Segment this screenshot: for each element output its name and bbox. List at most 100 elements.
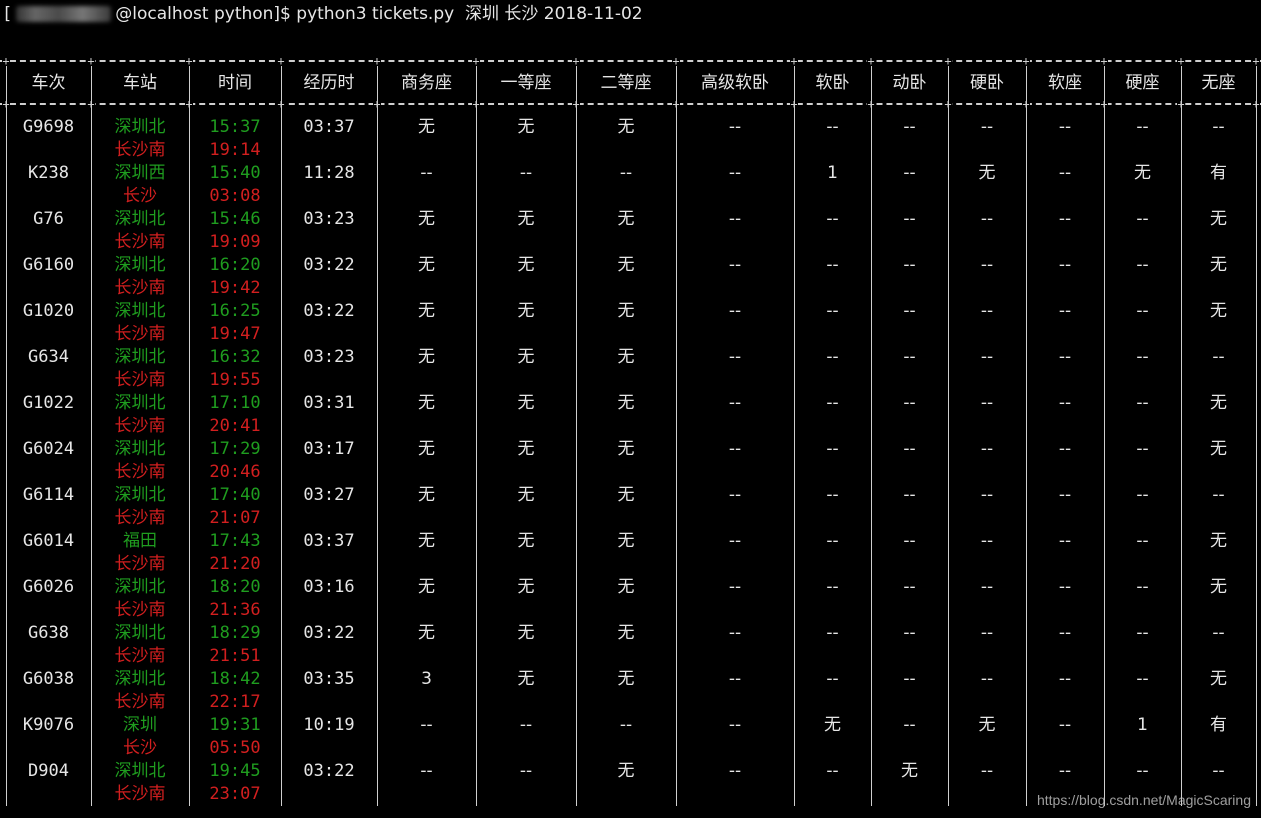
seat-availability: 无 (1210, 577, 1227, 597)
seat-availability: -- (1212, 623, 1225, 643)
seat-availability: -- (728, 117, 742, 137)
seat-availability: 无 (418, 577, 435, 597)
column-header: 软座 (1048, 73, 1082, 93)
seat-availability: 无 (617, 439, 635, 459)
train-number: G76 (33, 209, 64, 229)
seat-availability: -- (728, 577, 742, 597)
seat-availability: -- (826, 393, 839, 413)
arrival-time: 19:55 (209, 370, 261, 390)
seat-availability: -- (519, 163, 533, 183)
seat-availability: -- (1136, 439, 1149, 459)
seat-availability: -- (728, 623, 742, 643)
seat-availability: -- (826, 485, 839, 505)
seat-availability: 无 (517, 439, 535, 459)
seat-availability: -- (728, 761, 742, 781)
seat-availability: 无 (418, 485, 435, 505)
seat-availability: -- (980, 117, 994, 137)
seat-availability: -- (1212, 117, 1225, 137)
seat-availability: -- (1058, 347, 1072, 367)
train-number: K238 (28, 163, 69, 183)
seat-availability: -- (1058, 393, 1072, 413)
seat-availability: 无 (1134, 163, 1151, 183)
column-header: 车站 (123, 73, 157, 93)
seat-availability: 无 (617, 623, 635, 643)
seat-availability: -- (980, 393, 994, 413)
seat-availability: -- (1136, 669, 1149, 689)
seat-availability: -- (903, 255, 916, 275)
arrival-station: 长沙南 (114, 554, 166, 574)
terminal-window[interactable]: [@localhost python]$ python3 tickets.py … (0, 0, 1261, 818)
duration: 03:35 (303, 669, 355, 689)
departure-station: 深圳北 (114, 255, 166, 275)
duration: 03:22 (303, 761, 355, 781)
seat-availability: 1 (1137, 715, 1148, 735)
arrival-time: 21:07 (209, 508, 261, 528)
seat-availability: 无 (517, 485, 535, 505)
train-number: G634 (28, 347, 69, 367)
seat-availability: -- (903, 669, 916, 689)
arrival-station: 长沙南 (114, 462, 166, 482)
seat-availability: 无 (978, 715, 996, 735)
column-header: 无座 (1201, 73, 1236, 93)
seat-availability: -- (980, 577, 994, 597)
border-plus: + (672, 54, 680, 68)
departure-time: 19:45 (209, 761, 261, 781)
train-number: G638 (28, 623, 69, 643)
seat-availability: -- (1058, 761, 1072, 781)
seat-availability: 无 (418, 301, 435, 321)
departure-station: 深圳北 (114, 761, 166, 781)
departure-station: 深圳西 (114, 163, 166, 183)
seat-availability: 无 (517, 301, 535, 321)
arrival-time: 19:42 (209, 278, 261, 298)
seat-availability: -- (826, 301, 839, 321)
departure-station: 深圳北 (114, 347, 166, 367)
seat-availability: -- (980, 255, 994, 275)
seat-availability: 无 (617, 209, 635, 229)
seat-availability: 无 (824, 715, 841, 735)
seat-availability: -- (1212, 485, 1225, 505)
seat-availability: -- (519, 761, 533, 781)
arrival-station: 长沙南 (114, 784, 166, 804)
seat-availability: -- (980, 761, 994, 781)
seat-availability: -- (980, 531, 994, 551)
border-plus: + (185, 54, 193, 68)
seat-availability: -- (1136, 347, 1149, 367)
duration: 03:23 (303, 209, 355, 229)
seat-availability: 无 (617, 393, 635, 413)
departure-time: 16:32 (209, 347, 261, 367)
seat-availability: -- (420, 715, 433, 735)
train-number: D904 (28, 761, 69, 781)
train-number: G6160 (22, 255, 75, 275)
seat-availability: 无 (617, 485, 635, 505)
seat-availability: -- (1058, 485, 1072, 505)
seat-availability: -- (826, 255, 839, 275)
border-plus: + (790, 54, 798, 68)
duration: 11:28 (303, 163, 355, 183)
seat-availability: -- (1212, 761, 1225, 781)
arrival-station: 长沙南 (114, 692, 166, 712)
seat-availability: 无 (517, 577, 535, 597)
arrival-station: 长沙南 (114, 278, 166, 298)
seat-availability: -- (1136, 393, 1149, 413)
column-header: 经历时 (303, 73, 355, 93)
seat-availability: 无 (617, 761, 635, 781)
border-plus: + (944, 54, 952, 68)
seat-availability: -- (1136, 255, 1149, 275)
column-header: 高级软卧 (701, 73, 769, 93)
seat-availability: -- (903, 301, 916, 321)
seat-availability: -- (728, 531, 742, 551)
arrival-time: 19:14 (209, 140, 261, 160)
arrival-station: 长沙南 (114, 600, 166, 620)
seat-availability: 无 (418, 623, 435, 643)
seat-availability: 无 (418, 347, 435, 367)
column-divider (1256, 66, 1257, 806)
border-plus: + (472, 54, 480, 68)
seat-availability: -- (826, 761, 839, 781)
seat-availability: -- (980, 669, 994, 689)
seat-availability: -- (1058, 301, 1072, 321)
arrival-time: 20:46 (209, 462, 261, 482)
seat-availability: -- (420, 163, 433, 183)
seat-availability: -- (1136, 531, 1149, 551)
seat-availability: 无 (1210, 439, 1227, 459)
prompt-bracket: [ (2, 4, 13, 24)
